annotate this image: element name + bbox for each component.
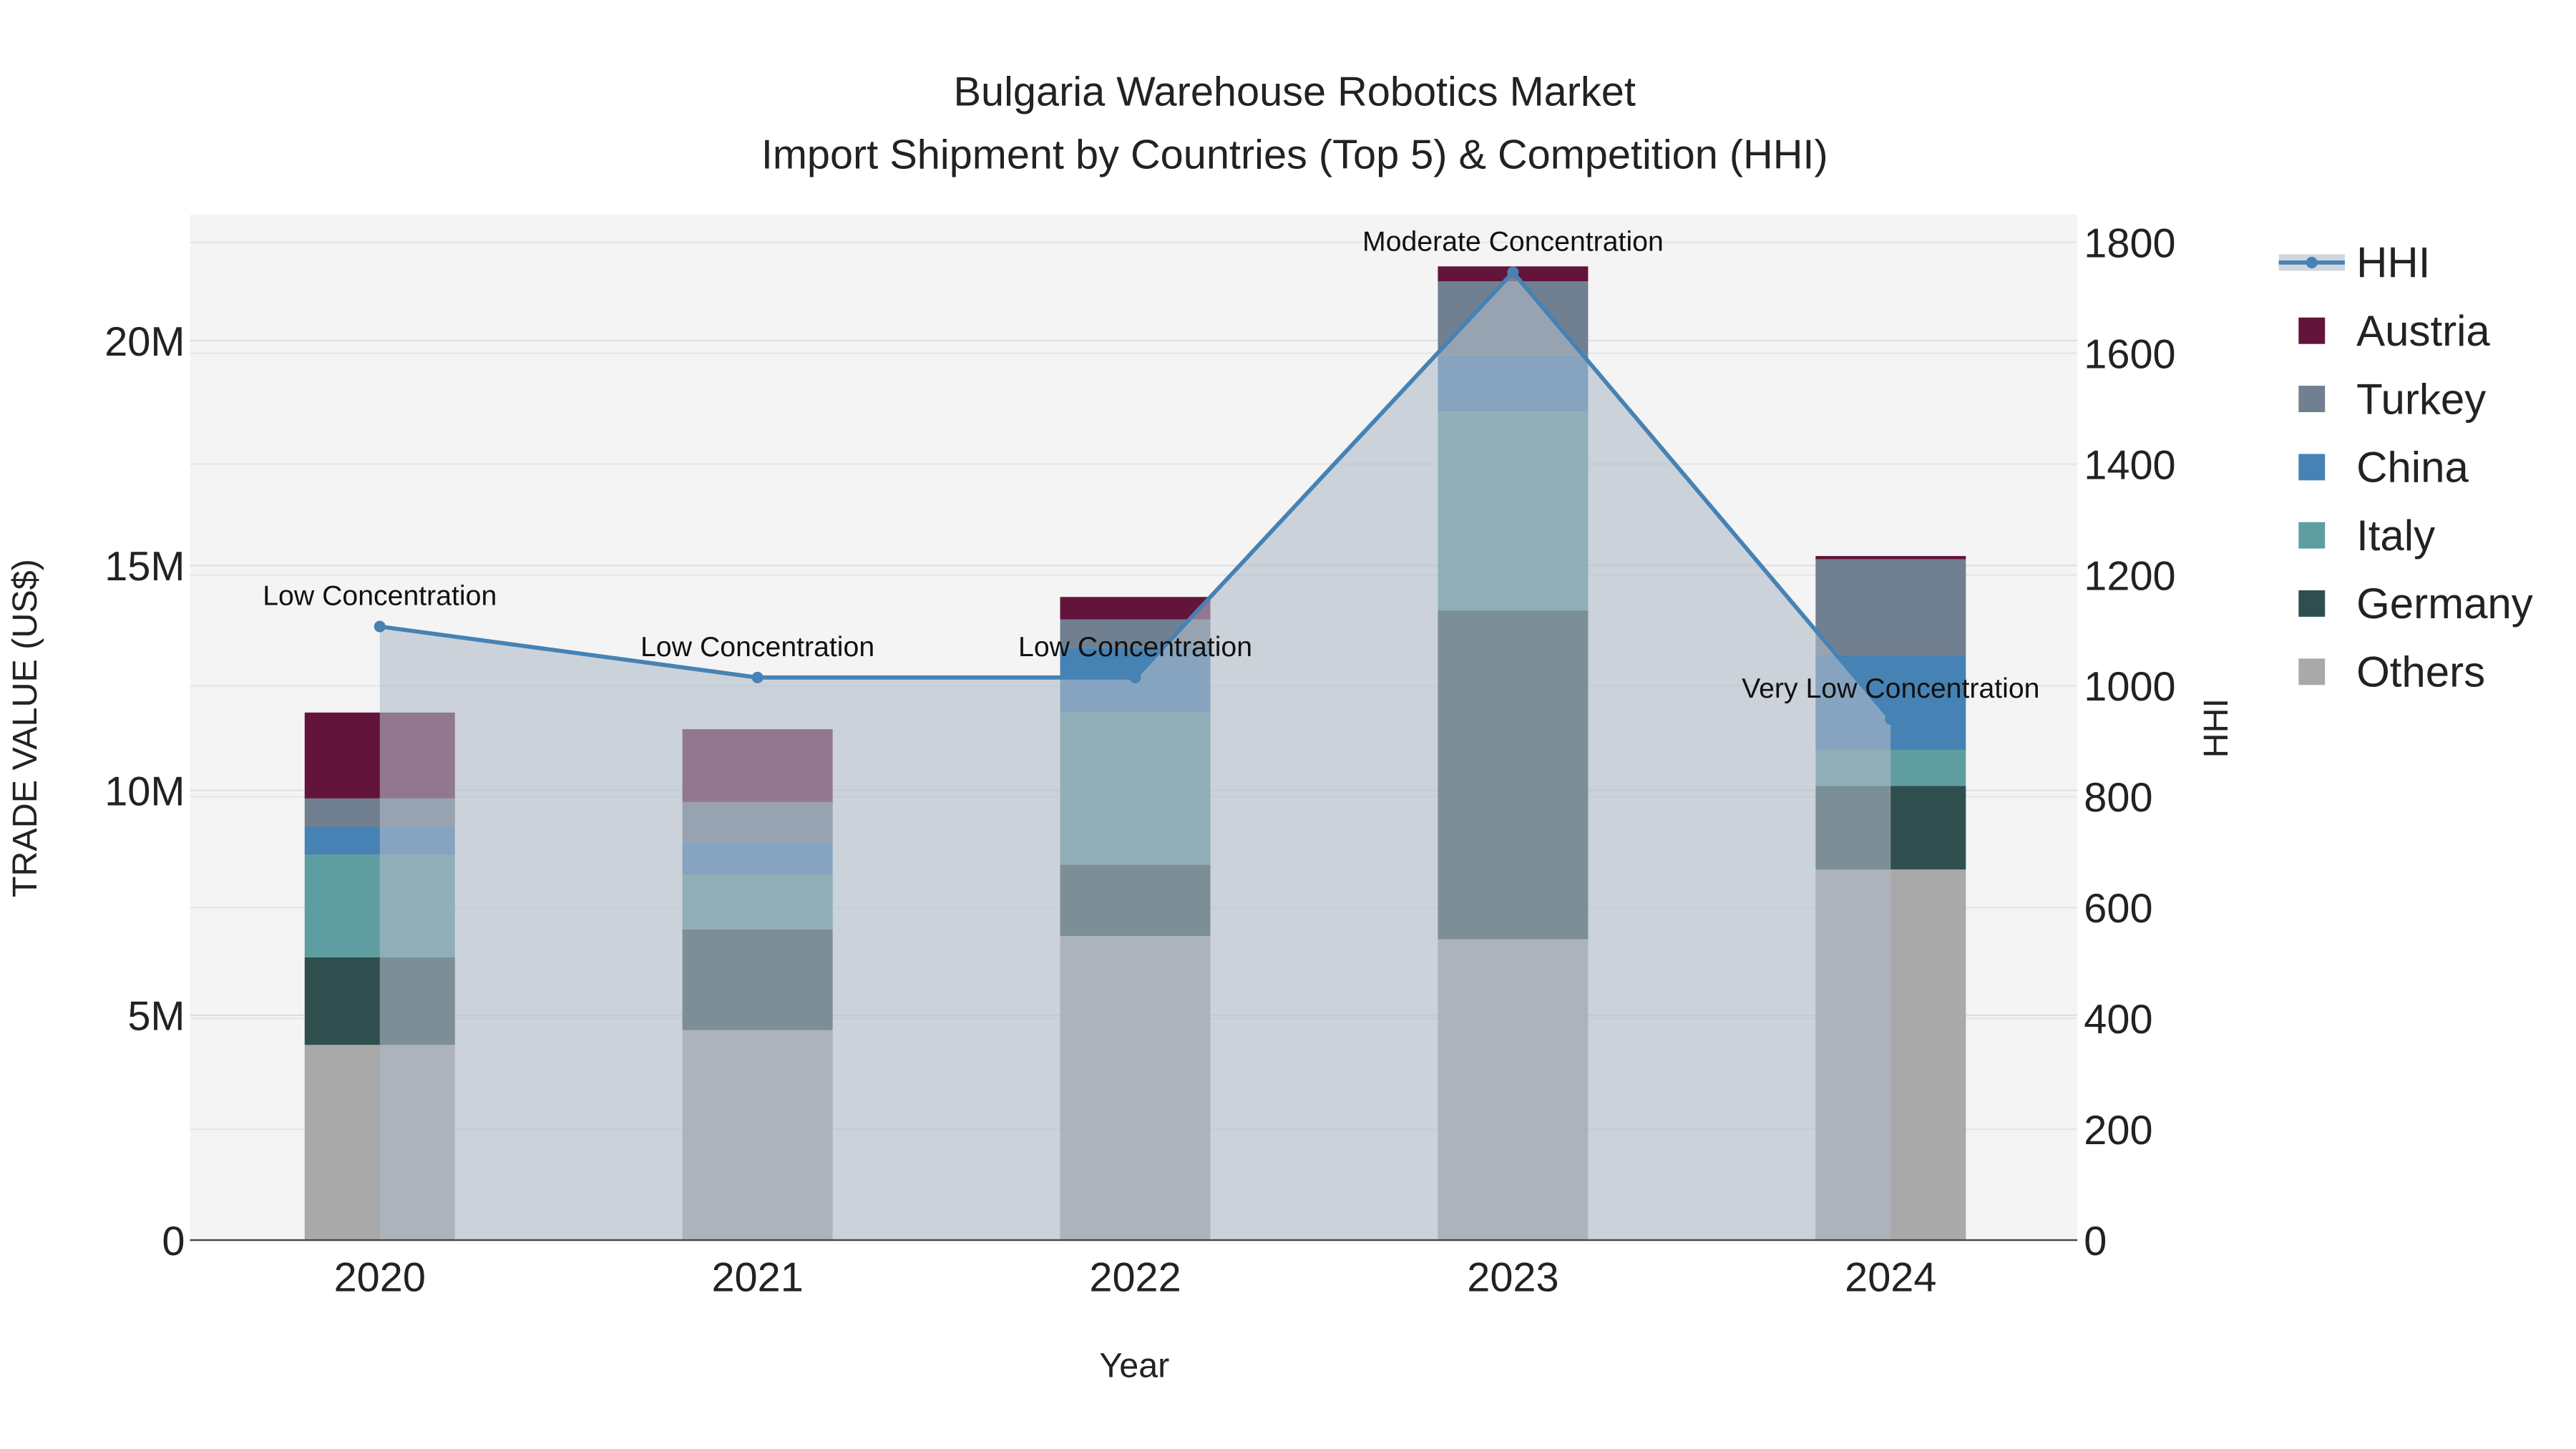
- y2-tick-label: 1200: [2084, 553, 2175, 599]
- legend-item-austria: Austria: [2298, 307, 2490, 355]
- hhi-point: [1129, 671, 1141, 683]
- chart: Bulgaria Warehouse Robotics Market Impor…: [6, 69, 2533, 1385]
- y2-tick-label: 800: [2084, 775, 2152, 821]
- x-tick-label: 2022: [1089, 1255, 1181, 1301]
- legend-label: HHI: [2356, 239, 2430, 287]
- bar-turkey-2024: [1815, 559, 1966, 655]
- y2-tick-label: 1800: [2084, 221, 2175, 267]
- y-tick-label: 20M: [104, 319, 185, 365]
- legend-label: Turkey: [2356, 375, 2486, 423]
- x-tick-label: 2023: [1467, 1255, 1558, 1301]
- hhi-annotation: Moderate Concentration: [1362, 226, 1664, 258]
- legend-swatch: [2298, 317, 2326, 344]
- hhi-point: [751, 671, 763, 683]
- bar-austria-2022: [1060, 597, 1211, 620]
- x-axis-label: Year: [1099, 1347, 1169, 1385]
- legend-label: Italy: [2356, 512, 2435, 560]
- hhi-annotation: Low Concentration: [1018, 631, 1252, 663]
- x-tick-label: 2020: [334, 1255, 426, 1301]
- legend-swatch: [2298, 590, 2326, 617]
- x-tick-label: 2021: [711, 1255, 803, 1301]
- legend-swatch: [2298, 454, 2326, 481]
- y2-axis-label: HHI: [2197, 698, 2235, 758]
- y2-tick-label: 1000: [2084, 664, 2175, 710]
- legend-item-others: Others: [2298, 648, 2485, 696]
- legend-item-hhi: HHI: [2278, 239, 2430, 287]
- y-axis-label: TRADE VALUE (US$): [6, 559, 44, 897]
- legend: HHI Austria Turkey China Italy Germany Others: [2278, 239, 2533, 696]
- y-tick-label: 15M: [104, 544, 185, 590]
- legend-item-germany: Germany: [2298, 580, 2533, 628]
- hhi-annotation: Very Low Concentration: [1742, 673, 2039, 704]
- legend-label: Others: [2356, 648, 2485, 696]
- y2-tick-label: 0: [2084, 1219, 2107, 1264]
- y2-tick-label: 600: [2084, 886, 2152, 932]
- hhi-point: [1885, 713, 1897, 725]
- chart-title: Bulgaria Warehouse Robotics Market: [954, 69, 1636, 115]
- legend-label: Germany: [2356, 580, 2533, 628]
- legend-label: Austria: [2356, 307, 2490, 355]
- legend-item-turkey: Turkey: [2298, 375, 2486, 423]
- legend-swatch: [2298, 658, 2326, 686]
- hhi-point: [1507, 266, 1519, 278]
- legend-item-italy: Italy: [2298, 512, 2435, 560]
- hhi-point: [374, 620, 386, 633]
- y2-tick-label: 400: [2084, 997, 2152, 1043]
- chart-subtitle: Import Shipment by Countries (Top 5) & C…: [761, 132, 1828, 177]
- y-tick-label: 5M: [127, 994, 185, 1040]
- y-tick-label: 0: [162, 1219, 185, 1264]
- bar-austria-2024: [1815, 556, 1966, 560]
- hhi-annotation: Low Concentration: [640, 631, 874, 663]
- legend-marker-hhi: [2306, 256, 2318, 268]
- y2-tick-label: 1400: [2084, 442, 2175, 488]
- y2-tick-label: 200: [2084, 1108, 2152, 1153]
- y2-tick-label: 1600: [2084, 331, 2175, 377]
- y-axis: 0 5M 10M 15M 20M: [104, 319, 185, 1264]
- legend-swatch: [2298, 386, 2326, 412]
- y-tick-label: 10M: [104, 769, 185, 814]
- legend-item-china: China: [2298, 444, 2469, 492]
- legend-label: China: [2356, 444, 2469, 492]
- legend-swatch: [2298, 522, 2326, 549]
- x-tick-label: 2024: [1845, 1255, 1936, 1301]
- x-axis: 2020 2021 2022 2023 2024: [334, 1255, 1937, 1301]
- y2-axis: 0 200 400 600 800 1000 1200 1400 1600 1800: [2084, 221, 2175, 1264]
- hhi-annotation: Low Concentration: [263, 580, 497, 612]
